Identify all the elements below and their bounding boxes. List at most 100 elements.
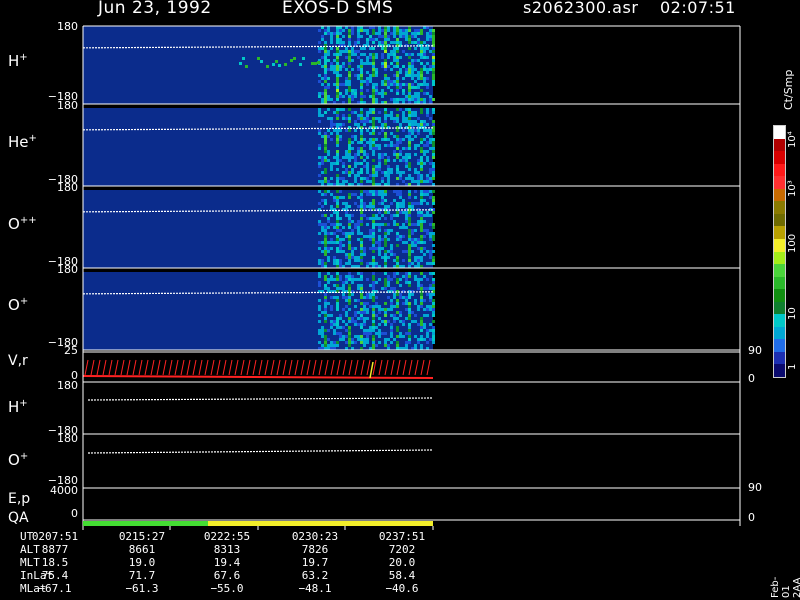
h-plus-cell	[426, 32, 429, 35]
he-plus-cell	[327, 153, 330, 156]
side-stamp: Feb-01 2AA	[770, 576, 800, 598]
he-plus-cell	[408, 177, 411, 180]
he-plus-cell	[369, 111, 372, 114]
he-plus-cell	[429, 141, 432, 144]
o-plus-plus-cell	[354, 226, 357, 229]
o-plus-cell	[345, 299, 348, 302]
o-plus-plus-cell	[339, 259, 342, 262]
o-plus-plus-cell	[423, 193, 426, 196]
colorbar-swatch	[774, 213, 785, 227]
o-plus-cell	[351, 320, 354, 323]
o-plus-cell	[432, 287, 435, 290]
he-plus-cell	[372, 150, 375, 153]
o-plus-plus-cell	[330, 238, 333, 241]
o-plus-cell	[354, 335, 357, 338]
o-plus-plus-cell	[429, 262, 432, 265]
colorbar-tick-label: 100	[787, 233, 798, 253]
h-plus-cell	[345, 77, 348, 80]
he-plus-cell	[408, 153, 411, 156]
h-plus-cell	[399, 98, 402, 101]
h-plus-cell	[324, 98, 327, 101]
h-plus-cell	[393, 47, 396, 50]
o-plus-cell	[396, 335, 399, 338]
h-plus-cell	[405, 95, 408, 98]
he-plus-cell	[393, 135, 396, 138]
he-plus-cell	[324, 147, 327, 150]
o-plus-plus-cell	[384, 235, 387, 238]
h-plus-cell	[336, 38, 339, 41]
he-plus-cell	[369, 141, 372, 144]
o-plus-plus-cell	[357, 205, 360, 208]
o-plus-plus-cell	[366, 235, 369, 238]
o-plus-cell	[384, 341, 387, 344]
h-plus-cell	[420, 98, 423, 101]
velocity-vector	[384, 359, 389, 376]
o-plus-plus-cell	[324, 226, 327, 229]
he-plus-cell	[321, 114, 324, 117]
o-plus-cell	[432, 326, 435, 329]
o-plus-plus-cell	[420, 256, 423, 259]
h-plus-cell	[348, 74, 351, 77]
he-plus-cell	[342, 108, 345, 111]
o-plus-cell	[432, 278, 435, 281]
h-plus-cell	[327, 68, 330, 71]
o-plus-plus-cell	[333, 256, 336, 259]
h-plus-cell	[330, 98, 333, 101]
h-plus-cell	[330, 35, 333, 38]
o-plus-cell	[366, 302, 369, 305]
he-plus-cell	[420, 156, 423, 159]
he-plus-cell	[378, 111, 381, 114]
he-plus-cell	[375, 147, 378, 150]
o-plus-cell	[333, 332, 336, 335]
h-plus-cell	[408, 74, 411, 77]
o-plus-cell	[360, 326, 363, 329]
velocity-vector	[252, 359, 257, 376]
o-plus-cell	[417, 278, 420, 281]
h-plus-cell	[324, 95, 327, 98]
h-plus-cell	[417, 86, 420, 89]
he-plus-cell	[432, 174, 435, 177]
he-plus-cell	[345, 168, 348, 171]
o-plus-plus-cell	[360, 214, 363, 217]
he-plus-cell	[360, 156, 363, 159]
o-plus-cell	[342, 284, 345, 287]
he-plus-cell	[390, 141, 393, 144]
o-plus-plus-cell	[339, 196, 342, 199]
o-plus-plus-cell	[429, 250, 432, 253]
orbit-cell: 0215:27	[118, 530, 166, 543]
h-plus-cell	[393, 83, 396, 86]
o-plus-plus-cell	[372, 202, 375, 205]
o-plus-plus-cell	[420, 229, 423, 232]
h-plus-spectrogram	[82, 26, 435, 104]
o-plus-plus-cell	[318, 259, 321, 262]
o-plus-plus-cell	[408, 229, 411, 232]
h-plus-cell	[402, 92, 405, 95]
h-plus-cell	[432, 59, 435, 62]
h-plus-cell	[366, 77, 369, 80]
h-plus-cell	[375, 89, 378, 92]
o-plus-cell	[420, 326, 423, 329]
o-plus-cell	[363, 329, 366, 332]
o-plus-cell	[399, 296, 402, 299]
colorbar-swatch	[774, 163, 785, 177]
o-plus-plus-cell	[342, 226, 345, 229]
h-plus-cell	[339, 41, 342, 44]
h-plus-cell	[336, 35, 339, 38]
he-plus-cell	[411, 177, 414, 180]
o-plus-plus-cell	[324, 232, 327, 235]
he-plus-cell	[381, 123, 384, 126]
o-plus-plus-cell	[318, 223, 321, 226]
o-plus-plus-cell	[432, 190, 435, 193]
he-plus-cell	[426, 180, 429, 183]
he-plus-cell	[432, 168, 435, 171]
he-plus-cell	[417, 174, 420, 177]
h-plus-cell	[414, 41, 417, 44]
o-plus-cell	[405, 302, 408, 305]
o-plus-cell	[399, 284, 402, 287]
he-plus-cell	[360, 108, 363, 111]
o-plus-cell	[372, 287, 375, 290]
h-plus-cell	[432, 32, 435, 35]
o-plus-plus-cell	[342, 244, 345, 247]
h-plus-cell	[339, 50, 342, 53]
he-plus-cell	[387, 180, 390, 183]
